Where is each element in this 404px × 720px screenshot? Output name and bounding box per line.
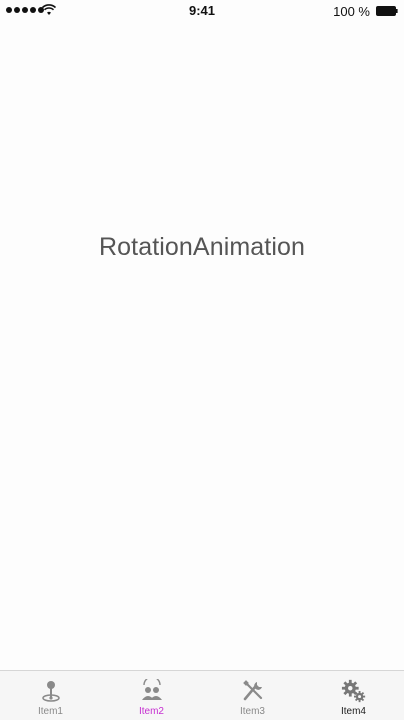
tools-icon xyxy=(240,678,266,704)
battery-percent: 100 % xyxy=(333,4,370,19)
status-bar: 9:41 100 % xyxy=(0,0,404,22)
tab-item4-label: Item4 xyxy=(340,706,366,717)
tab-item1[interactable]: Item1 xyxy=(0,671,101,720)
gears-icon xyxy=(341,678,367,704)
page-title: RotationAnimation xyxy=(99,233,305,261)
tab-item3[interactable]: Item3 xyxy=(202,671,303,720)
tab-bar: Item1 Item2 Item3 Item4 xyxy=(0,670,404,720)
tab-item3-label: Item3 xyxy=(239,706,265,717)
tab-item1-label: Item1 xyxy=(37,706,63,717)
battery-icon xyxy=(376,6,398,16)
people-icon xyxy=(139,678,165,704)
tab-item2[interactable]: Item2 xyxy=(101,671,202,720)
tab-item2-label: Item2 xyxy=(138,706,164,717)
joystick-icon xyxy=(38,678,64,704)
tab-item4[interactable]: Item4 xyxy=(303,671,404,720)
